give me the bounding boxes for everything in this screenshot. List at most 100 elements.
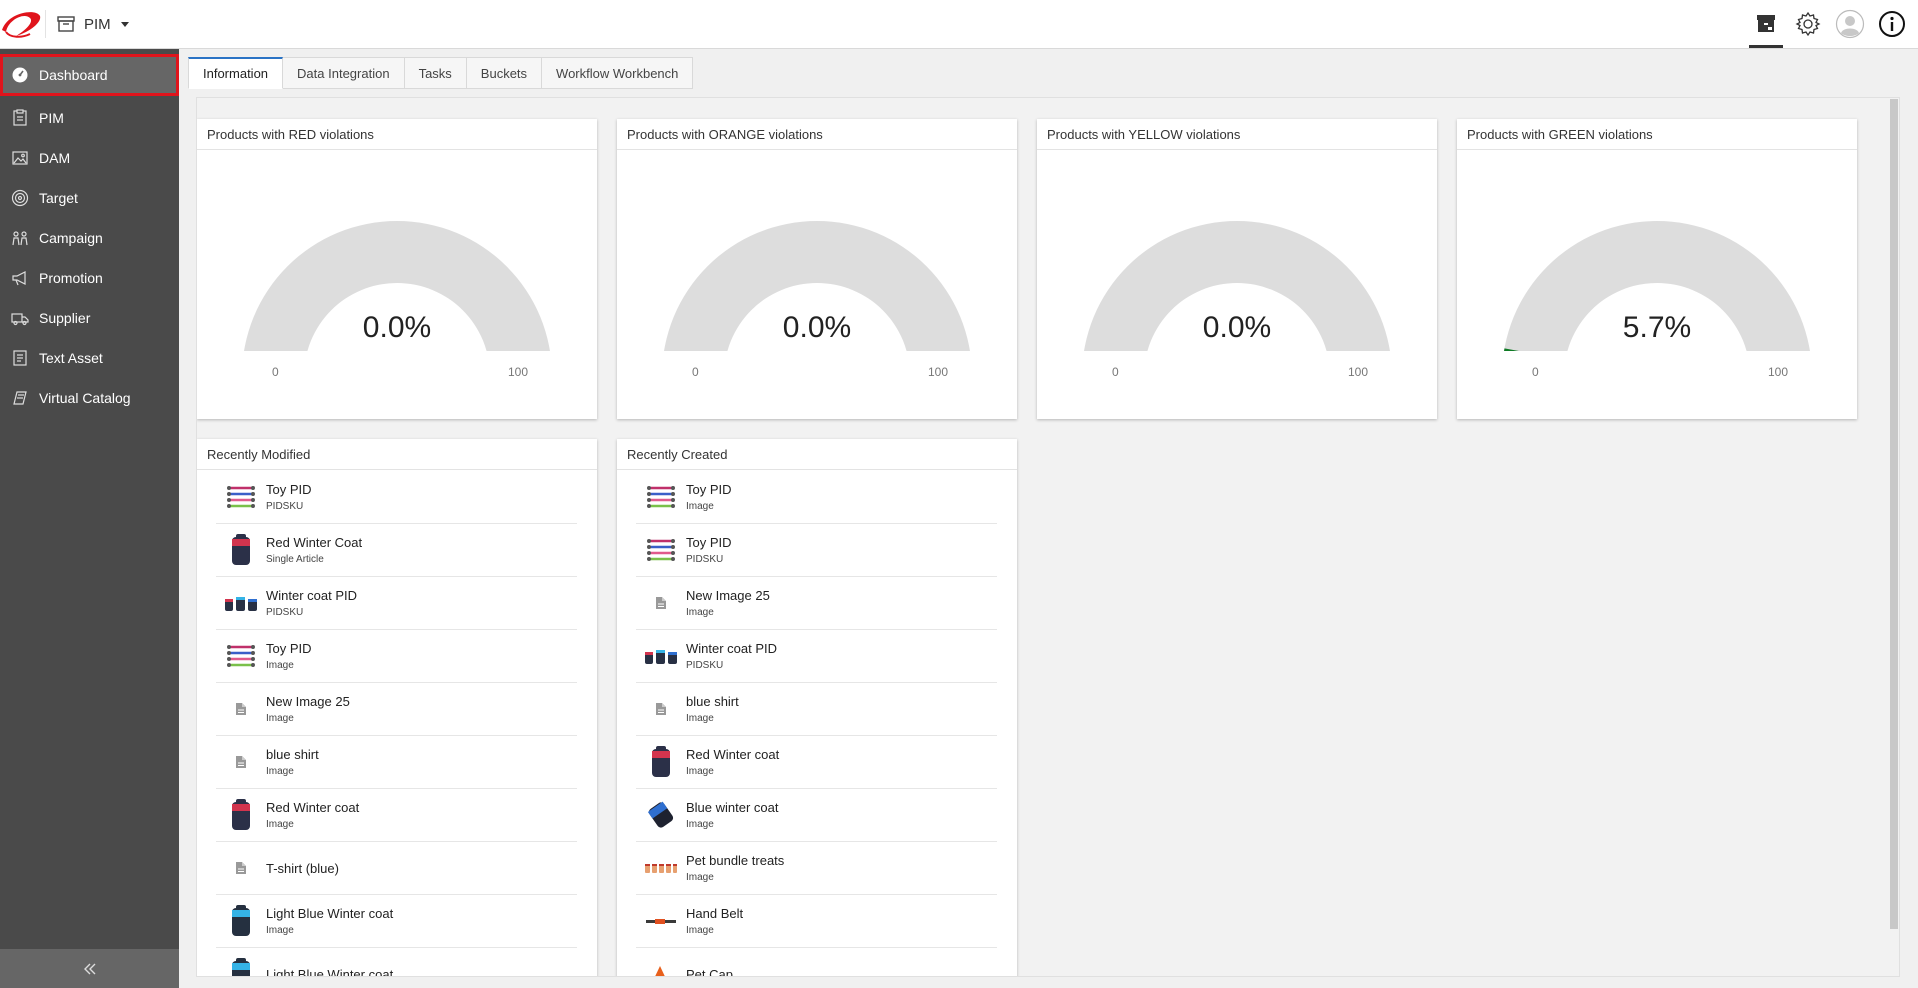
- gauge-min-label: 0: [1532, 365, 1539, 379]
- top-bar: PIM: [0, 0, 1918, 49]
- archive-button[interactable]: [1746, 0, 1786, 48]
- list-item[interactable]: New Image 25 Image: [636, 577, 997, 630]
- list-item-name: blue shirt: [686, 693, 739, 709]
- list-item[interactable]: Red Winter Coat Single Article: [216, 524, 577, 577]
- list-item-text: Red Winter Coat Single Article: [266, 534, 362, 567]
- sidebar-item-label: DAM: [39, 150, 71, 166]
- double-chevron-left-icon: [83, 963, 95, 974]
- sidebar-item-supplier[interactable]: Supplier: [0, 298, 179, 338]
- list-item-name: Blue winter coat: [686, 799, 779, 815]
- list-item[interactable]: Pet Cap: [636, 948, 997, 977]
- list-item[interactable]: Toy PID PIDSKU: [216, 471, 577, 524]
- tab-workflow-workbench[interactable]: Workflow Workbench: [542, 57, 694, 89]
- list-item[interactable]: blue shirt Image: [636, 683, 997, 736]
- gauge-value: 5.7%: [1622, 311, 1692, 344]
- product-thumbnail: [636, 739, 686, 785]
- info-button[interactable]: [1872, 0, 1912, 48]
- gauge-card-yellow: Products with YELLOW violations 0.0% 0 1…: [1037, 119, 1437, 419]
- product-thumbnail: [216, 474, 266, 520]
- list-item[interactable]: Winter coat PID PIDSKU: [636, 630, 997, 683]
- list-item-name: New Image 25: [686, 587, 770, 603]
- file-icon: [636, 580, 686, 626]
- list-item[interactable]: Winter coat PID PIDSKU: [216, 577, 577, 630]
- sidebar-item-target[interactable]: Target: [0, 178, 179, 218]
- gauge-card-orange: Products with ORANGE violations 0.0% 0 1…: [617, 119, 1017, 419]
- list-item[interactable]: Toy PID Image: [636, 471, 997, 524]
- virtual-catalog-icon: [10, 388, 30, 408]
- list-item-text: Winter coat PID PIDSKU: [686, 640, 777, 673]
- sidebar-item-virtual-catalog[interactable]: Virtual Catalog: [0, 378, 179, 418]
- brand-logo[interactable]: [0, 8, 44, 42]
- sidebar-item-promotion[interactable]: Promotion: [0, 258, 179, 298]
- sidebar-item-pim[interactable]: PIM: [0, 98, 179, 138]
- list-item-text: Light Blue Winter coat: [266, 966, 394, 977]
- list-item[interactable]: Light Blue Winter coat: [216, 948, 577, 977]
- settings-button[interactable]: [1788, 0, 1828, 48]
- list-item-type: Image: [686, 712, 714, 724]
- target-icon: [10, 188, 30, 208]
- list-item-name: Light Blue Winter coat: [266, 905, 394, 921]
- list-item[interactable]: Toy PID PIDSKU: [636, 524, 997, 577]
- list-item-name: Pet Cap: [686, 966, 733, 977]
- sidebar-collapse-button[interactable]: [0, 949, 179, 988]
- dashboard-content: Products with RED violations 0.0% 0 100 …: [196, 97, 1900, 977]
- app-switcher[interactable]: PIM: [56, 12, 129, 36]
- product-thumbnail: [636, 898, 686, 944]
- archive-icon: [1757, 15, 1775, 32]
- list-item-name: Toy PID: [266, 481, 312, 497]
- sidebar-item-dam[interactable]: DAM: [0, 138, 179, 178]
- recently-created-list: Toy PID Image Toy PID PIDSKU New Image 25 Ima…: [636, 471, 997, 977]
- list-item[interactable]: T-shirt (blue): [216, 842, 577, 895]
- gauge-value: 0.0%: [782, 311, 852, 344]
- sidebar-item-text-asset[interactable]: Text Asset: [0, 338, 179, 378]
- header-actions: [1744, 0, 1918, 48]
- product-thumbnail: [216, 580, 266, 626]
- list-item[interactable]: Light Blue Winter coat Image: [216, 895, 577, 948]
- list-item[interactable]: Red Winter coat Image: [636, 736, 997, 789]
- pim-icon: [10, 108, 30, 128]
- tab-data-integration[interactable]: Data Integration: [283, 57, 405, 89]
- list-item-text: Toy PID PIDSKU: [686, 534, 732, 567]
- list-item-text: Pet bundle treats Image: [686, 852, 784, 885]
- file-icon: [216, 686, 266, 732]
- sidebar: Dashboard PIM DAM Target Campaign Promot…: [0, 49, 179, 988]
- recently-modified-title: Recently Modified: [197, 439, 597, 470]
- list-item[interactable]: Toy PID Image: [216, 630, 577, 683]
- list-item[interactable]: Hand Belt Image: [636, 895, 997, 948]
- scrollbar-thumb[interactable]: [1890, 99, 1898, 929]
- list-item-type: Image: [266, 712, 294, 724]
- sidebar-item-label: Supplier: [39, 310, 91, 326]
- list-item-name: Red Winter coat: [686, 746, 780, 762]
- list-item-type: Image: [686, 924, 714, 936]
- tab-information[interactable]: Information: [188, 57, 284, 89]
- list-item-text: blue shirt Image: [266, 746, 319, 779]
- sidebar-item-dashboard[interactable]: Dashboard: [0, 54, 179, 96]
- list-item-name: Light Blue Winter coat: [266, 966, 394, 977]
- list-item[interactable]: Blue winter coat Image: [636, 789, 997, 842]
- text-asset-icon: [10, 348, 30, 368]
- gauge-card-green: Products with GREEN violations 5.7% 0 10…: [1457, 119, 1857, 419]
- gear-icon: [1795, 11, 1821, 37]
- list-item[interactable]: blue shirt Image: [216, 736, 577, 789]
- list-item-type: Image: [686, 818, 714, 830]
- content-scrollbar[interactable]: [1889, 98, 1899, 976]
- header-divider: [45, 10, 46, 38]
- product-thumbnail: [636, 845, 686, 891]
- sidebar-item-campaign[interactable]: Campaign: [0, 218, 179, 258]
- dashboard-icon: [10, 65, 30, 85]
- list-item-type: Image: [686, 500, 714, 512]
- list-item-type: Image: [686, 765, 714, 777]
- gauge-card-red: Products with RED violations 0.0% 0 100: [197, 119, 597, 419]
- truck-icon: [10, 308, 30, 328]
- tab-buckets[interactable]: Buckets: [466, 57, 543, 89]
- megaphone-icon: [10, 268, 30, 288]
- list-item[interactable]: Pet bundle treats Image: [636, 842, 997, 895]
- archive-box-icon: [57, 16, 75, 32]
- list-item-name: Pet bundle treats: [686, 852, 785, 868]
- list-item[interactable]: New Image 25 Image: [216, 683, 577, 736]
- list-item-text: New Image 25 Image: [266, 693, 350, 726]
- tab-tasks[interactable]: Tasks: [404, 57, 467, 89]
- dam-icon: [10, 148, 30, 168]
- user-menu-button[interactable]: [1830, 0, 1870, 48]
- list-item[interactable]: Red Winter coat Image: [216, 789, 577, 842]
